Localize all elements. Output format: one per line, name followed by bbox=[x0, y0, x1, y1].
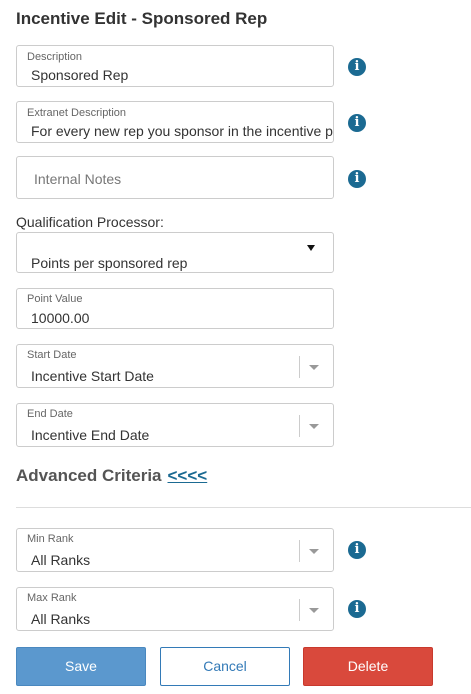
description-info-icon[interactable]: i bbox=[348, 58, 366, 76]
internal-notes-placeholder: Internal Notes bbox=[34, 171, 122, 187]
min-rank-value: All Ranks bbox=[31, 552, 91, 568]
end-date-select[interactable]: End Date Incentive End Date bbox=[16, 403, 334, 447]
description-label: Description bbox=[27, 51, 83, 63]
min-rank-info-icon[interactable]: i bbox=[348, 541, 366, 559]
caret-down-icon bbox=[307, 245, 315, 251]
chevron-down-icon[interactable] bbox=[309, 424, 319, 429]
dropdown-separator bbox=[299, 415, 300, 437]
description-value: Sponsored Rep bbox=[31, 67, 129, 83]
qualification-processor-value: Points per sponsored rep bbox=[31, 255, 188, 271]
extranet-description-label: Extranet Description bbox=[27, 107, 127, 119]
chevron-down-icon[interactable] bbox=[309, 365, 319, 370]
internal-notes-info-icon[interactable]: i bbox=[348, 170, 366, 188]
delete-button[interactable]: Delete bbox=[303, 647, 433, 686]
chevron-down-icon[interactable] bbox=[309, 608, 319, 613]
qualification-processor-label: Qualification Processor: bbox=[16, 214, 164, 230]
end-date-value: Incentive End Date bbox=[31, 427, 150, 443]
extranet-description-info-icon[interactable]: i bbox=[348, 114, 366, 132]
max-rank-value: All Ranks bbox=[31, 611, 91, 627]
min-rank-label: Min Rank bbox=[27, 533, 74, 545]
description-field[interactable]: Description Sponsored Rep bbox=[16, 45, 334, 87]
end-date-label: End Date bbox=[27, 408, 73, 420]
dropdown-separator bbox=[299, 540, 300, 562]
extranet-description-value: For every new rep you sponsor in the inc… bbox=[31, 123, 334, 139]
max-rank-info-icon[interactable]: i bbox=[348, 600, 366, 618]
page-title: Incentive Edit - Sponsored Rep bbox=[16, 9, 268, 28]
max-rank-select[interactable]: Max Rank All Ranks bbox=[16, 587, 334, 631]
cancel-button[interactable]: Cancel bbox=[160, 647, 290, 686]
min-rank-select[interactable]: Min Rank All Ranks bbox=[16, 528, 334, 572]
max-rank-label: Max Rank bbox=[27, 592, 77, 604]
dropdown-separator bbox=[299, 599, 300, 621]
point-value-label: Point Value bbox=[27, 293, 83, 305]
dropdown-separator bbox=[299, 356, 300, 378]
section-divider bbox=[16, 507, 471, 508]
advanced-criteria-heading: Advanced Criteria <<<< bbox=[16, 466, 207, 486]
internal-notes-field[interactable]: Internal Notes bbox=[16, 156, 334, 199]
advanced-criteria-title: Advanced Criteria bbox=[16, 466, 162, 485]
point-value-field[interactable]: Point Value 10000.00 bbox=[16, 288, 334, 329]
qualification-processor-select[interactable]: Points per sponsored rep bbox=[16, 232, 334, 273]
start-date-value: Incentive Start Date bbox=[31, 368, 154, 384]
save-button[interactable]: Save bbox=[16, 647, 146, 686]
start-date-select[interactable]: Start Date Incentive Start Date bbox=[16, 344, 334, 388]
start-date-label: Start Date bbox=[27, 349, 77, 361]
advanced-criteria-toggle-link[interactable]: <<<< bbox=[168, 466, 208, 485]
point-value-value: 10000.00 bbox=[31, 310, 90, 326]
extranet-description-field[interactable]: Extranet Description For every new rep y… bbox=[16, 101, 334, 143]
chevron-down-icon[interactable] bbox=[309, 549, 319, 554]
